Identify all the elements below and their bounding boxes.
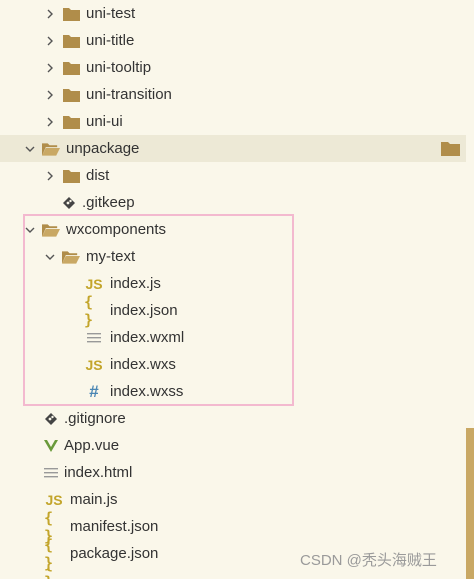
git-icon — [62, 189, 76, 216]
chevron-right-icon[interactable] — [44, 108, 56, 135]
folder-icon — [62, 108, 80, 135]
folder-icon — [441, 141, 460, 160]
tree-item-label: unpackage — [66, 140, 140, 157]
folder-open-icon — [42, 135, 60, 162]
git-icon — [44, 405, 58, 432]
tree-item-label: uni-test — [86, 5, 136, 22]
tree-item-label: uni-transition — [86, 86, 172, 103]
tree-item-gitignore[interactable]: .gitignore — [0, 405, 466, 432]
chevron-right-icon[interactable] — [44, 162, 56, 189]
tree-item-label: package.json — [70, 545, 159, 562]
folder-icon — [62, 0, 80, 27]
tree-item-label: dist — [86, 167, 110, 184]
tree-item-uni-tooltip[interactable]: uni-tooltip — [0, 54, 466, 81]
json-file-icon: { } — [44, 535, 54, 572]
scrollbar[interactable] — [466, 428, 474, 579]
tree-item-unpackage[interactable]: unpackage — [0, 135, 466, 162]
tree-item-label: uni-ui — [86, 113, 123, 130]
tree-item-gitkeep[interactable]: .gitkeep — [0, 189, 466, 216]
chevron-right-icon[interactable] — [44, 0, 56, 27]
folder-icon — [62, 81, 80, 108]
tree-item-label: App.vue — [64, 437, 120, 454]
tree-item-label: main.js — [70, 491, 118, 508]
tree-item-label: manifest.json — [70, 518, 159, 535]
folder-icon — [62, 54, 80, 81]
chevron-down-icon[interactable] — [24, 135, 36, 162]
tree-item-label: .gitkeep — [82, 194, 135, 211]
tree-item-main-js[interactable]: JS main.js — [0, 486, 466, 513]
tree-item-manifest-json[interactable]: { } manifest.json — [0, 509, 466, 545]
chevron-right-icon[interactable] — [44, 27, 56, 54]
tree-item-uni-transition[interactable]: uni-transition — [0, 81, 466, 108]
json-file-icon: { } — [44, 567, 64, 579]
tree-item-uni-ui[interactable]: uni-ui — [0, 108, 466, 135]
tree-item-dist[interactable]: dist — [0, 162, 466, 189]
folder-icon — [62, 27, 80, 54]
tree-item-uni-test[interactable]: uni-test — [0, 0, 466, 27]
tree-item-index-html[interactable]: index.html — [0, 459, 466, 486]
vue-icon — [44, 432, 58, 459]
tree-item-uni-title[interactable]: uni-title — [0, 27, 466, 54]
watermark: CSDN @秃头海贼王 — [300, 552, 437, 569]
tree-item-label: .gitignore — [64, 410, 126, 427]
folder-icon — [62, 162, 80, 189]
highlight-box — [23, 214, 294, 406]
tree-item-label: uni-tooltip — [86, 59, 152, 76]
tree-item-app-vue[interactable]: App.vue — [0, 432, 466, 459]
text-file-icon — [44, 459, 58, 486]
tree-item-label: uni-title — [86, 32, 135, 49]
chevron-right-icon[interactable] — [44, 54, 56, 81]
chevron-right-icon[interactable] — [44, 81, 56, 108]
tree-item-label: index.html — [64, 464, 133, 481]
